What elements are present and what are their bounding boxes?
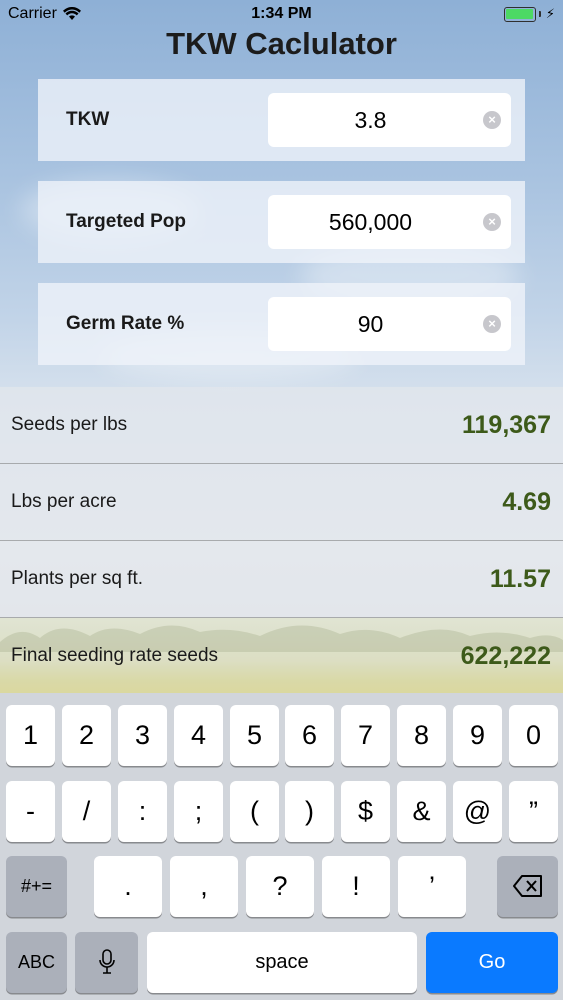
germ-rate-label: Germ Rate % bbox=[66, 313, 185, 334]
key-ampersand[interactable]: & bbox=[397, 781, 446, 842]
key-8[interactable]: 8 bbox=[397, 705, 446, 766]
clear-icon[interactable]: × bbox=[483, 213, 501, 231]
key-apostrophe[interactable]: ’ bbox=[398, 856, 466, 917]
result-row-final-seeding-rate: Final seeding rate seeds 622,222 bbox=[0, 618, 563, 695]
key-slash[interactable]: / bbox=[62, 781, 111, 842]
key-dollar[interactable]: $ bbox=[341, 781, 390, 842]
key-0[interactable]: 0 bbox=[509, 705, 558, 766]
backspace-key[interactable] bbox=[497, 856, 558, 917]
key-4[interactable]: 4 bbox=[174, 705, 223, 766]
tkw-label: TKW bbox=[66, 109, 110, 130]
key-3[interactable]: 3 bbox=[118, 705, 167, 766]
dictation-key[interactable] bbox=[75, 932, 138, 993]
status-time: 1:34 PM bbox=[251, 5, 312, 22]
backspace-icon bbox=[512, 875, 542, 897]
microphone-icon bbox=[98, 949, 115, 974]
battery-icon bbox=[503, 6, 536, 22]
key-open-paren[interactable]: ( bbox=[230, 781, 279, 842]
key-7[interactable]: 7 bbox=[341, 705, 390, 766]
targeted-pop-label: Targeted Pop bbox=[66, 211, 186, 232]
tkw-row: TKW 3.8 × bbox=[38, 79, 525, 161]
key-period[interactable]: . bbox=[94, 856, 162, 917]
germ-rate-input[interactable]: 90 × bbox=[268, 297, 511, 351]
targeted-pop-input[interactable]: 560,000 × bbox=[268, 195, 511, 249]
targeted-pop-value[interactable]: 560,000 bbox=[268, 195, 473, 249]
key-2[interactable]: 2 bbox=[62, 705, 111, 766]
results-list: Seeds per lbs 119,367 Lbs per acre 4.69 … bbox=[0, 387, 563, 695]
key-colon[interactable]: : bbox=[118, 781, 167, 842]
go-button[interactable]: Go bbox=[426, 932, 558, 993]
key-quote[interactable]: ” bbox=[509, 781, 558, 842]
result-row-seeds-per-lbs: Seeds per lbs 119,367 bbox=[0, 387, 563, 464]
key-5[interactable]: 5 bbox=[230, 705, 279, 766]
tkw-value[interactable]: 3.8 bbox=[268, 93, 473, 147]
result-row-plants-per-sq-ft: Plants per sq ft. 11.57 bbox=[0, 541, 563, 618]
key-hyphen[interactable]: - bbox=[6, 781, 55, 842]
result-value: 4.69 bbox=[502, 488, 551, 516]
numeric-keyboard: 1 2 3 4 5 6 7 8 9 0 - / : ; ( ) $ & @ ” … bbox=[0, 693, 563, 1000]
result-row-lbs-per-acre: Lbs per acre 4.69 bbox=[0, 464, 563, 541]
result-label: Seeds per lbs bbox=[11, 414, 128, 435]
key-9[interactable]: 9 bbox=[453, 705, 502, 766]
key-close-paren[interactable]: ) bbox=[285, 781, 334, 842]
germ-rate-row: Germ Rate % 90 × bbox=[38, 283, 525, 365]
abc-key[interactable]: ABC bbox=[6, 932, 67, 993]
result-value: 119,367 bbox=[462, 411, 551, 439]
battery-fill bbox=[506, 9, 534, 19]
result-value: 11.57 bbox=[489, 565, 551, 593]
page-title: TKW Caclulator bbox=[166, 26, 397, 61]
targeted-pop-row: Targeted Pop 560,000 × bbox=[38, 181, 525, 263]
symbols-key[interactable]: #+= bbox=[6, 856, 67, 917]
charging-bolt-icon: ⚡ bbox=[545, 6, 555, 21]
key-comma[interactable]: , bbox=[170, 856, 238, 917]
key-6[interactable]: 6 bbox=[285, 705, 334, 766]
key-semicolon[interactable]: ; bbox=[174, 781, 223, 842]
space-key[interactable]: space bbox=[147, 932, 417, 993]
clear-icon[interactable]: × bbox=[483, 315, 501, 333]
tkw-input[interactable]: 3.8 × bbox=[268, 93, 511, 147]
result-value: 622,222 bbox=[460, 642, 551, 670]
clear-icon[interactable]: × bbox=[483, 111, 501, 129]
result-label: Lbs per acre bbox=[11, 491, 117, 512]
germ-rate-value[interactable]: 90 bbox=[268, 297, 473, 351]
key-question[interactable]: ? bbox=[246, 856, 314, 917]
key-at[interactable]: @ bbox=[453, 781, 502, 842]
result-label: Plants per sq ft. bbox=[11, 568, 144, 589]
key-exclamation[interactable]: ! bbox=[322, 856, 390, 917]
result-label: Final seeding rate seeds bbox=[11, 645, 219, 666]
key-1[interactable]: 1 bbox=[6, 705, 55, 766]
